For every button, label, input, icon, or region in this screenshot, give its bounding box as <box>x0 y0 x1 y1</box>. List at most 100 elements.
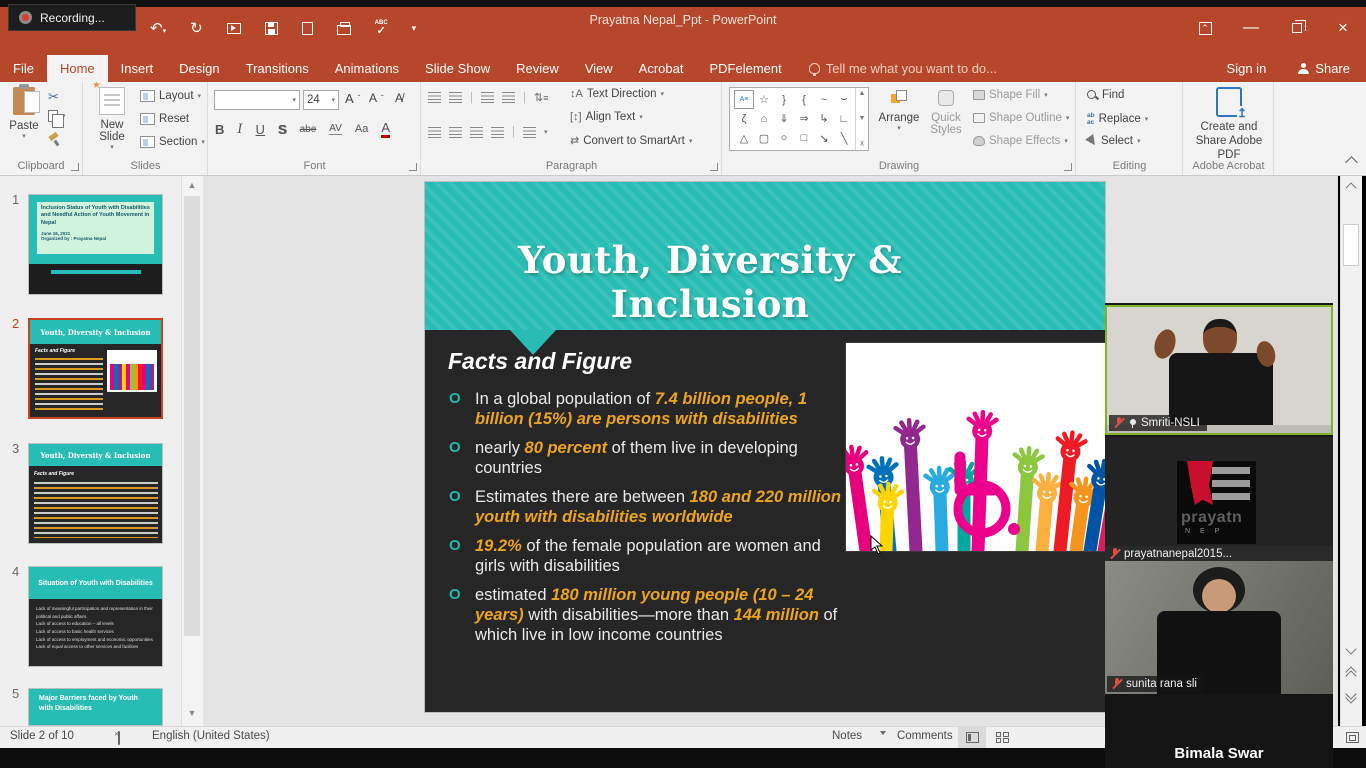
format-painter-button[interactable] <box>48 134 60 146</box>
next-slide-icon[interactable] <box>1347 690 1355 702</box>
bold-button[interactable]: B <box>215 122 224 137</box>
slide-heading[interactable]: Facts and Figure <box>448 348 632 375</box>
new-slide-button[interactable]: New Slide ▾ <box>90 87 134 151</box>
justify-icon[interactable] <box>491 127 504 138</box>
tab-slide-show[interactable]: Slide Show <box>412 55 503 82</box>
tab-insert[interactable]: Insert <box>108 55 167 82</box>
slide-thumbnail-2[interactable]: Youth, Diversity & Inclusion Facts and F… <box>28 318 163 419</box>
shrink-font-button[interactable]: Aˇ <box>369 91 384 105</box>
font-size-combo[interactable]: 24▾ <box>303 90 339 110</box>
replace-button[interactable]: abacReplace▾ <box>1087 112 1148 126</box>
grow-font-button[interactable]: Aˆ <box>345 91 360 106</box>
tab-animations[interactable]: Animations <box>322 55 412 82</box>
slide-editor[interactable]: Youth, Diversity & Inclusion Facts and F… <box>425 182 1105 712</box>
tab-design[interactable]: Design <box>166 55 232 82</box>
change-case-button[interactable]: Aa <box>355 123 368 135</box>
language-indicator[interactable]: English (United States) <box>152 730 270 742</box>
align-text-button[interactable]: [↕]Align Text▾ <box>570 111 643 123</box>
shape-glyph[interactable]: ⌣ <box>834 90 854 109</box>
shape-outline-button[interactable]: Shape Outline▾ <box>973 112 1069 124</box>
tab-acrobat[interactable]: Acrobat <box>626 55 697 82</box>
recording-indicator[interactable]: Recording... <box>8 4 136 31</box>
select-button[interactable]: Select▾ <box>1087 135 1140 147</box>
shape-glyph[interactable]: ⌂ <box>754 109 774 128</box>
arrange-button[interactable]: Arrange ▾ <box>875 90 923 132</box>
clear-formatting-button[interactable]: A̸ <box>395 91 403 105</box>
font-name-combo[interactable]: ▾ <box>214 90 300 110</box>
tab-view[interactable]: View <box>572 55 626 82</box>
undo-icon[interactable]: ↶▾ <box>150 21 166 36</box>
tab-transitions[interactable]: Transitions <box>233 55 322 82</box>
spellcheck-icon[interactable] <box>118 732 120 744</box>
panel-scroll-up-icon[interactable]: ▲ <box>181 180 203 190</box>
save-icon[interactable] <box>265 22 278 35</box>
layout-button[interactable]: Layout▾ <box>140 90 201 102</box>
slide-bullet[interactable]: Estimates there are between 180 and 220 … <box>449 487 843 527</box>
shape-glyph[interactable]: ↘ <box>814 129 834 148</box>
align-left-icon[interactable] <box>428 127 441 138</box>
shape-glyph[interactable]: △ <box>734 129 754 148</box>
comments-button[interactable]: Comments <box>897 730 953 742</box>
font-color-button[interactable]: A <box>381 120 390 138</box>
tell-me-box[interactable]: Tell me what you want to do... <box>795 55 997 82</box>
slide-thumbnail-4[interactable]: Situation of Youth with Disabilities Lac… <box>28 566 163 667</box>
shape-glyph[interactable]: ⇓ <box>774 109 794 128</box>
increase-indent-icon[interactable] <box>502 92 515 103</box>
slide-bullet-list[interactable]: In a global population of 7.4 billion pe… <box>449 389 843 654</box>
slide-bullet[interactable]: nearly 80 percent of them live in develo… <box>449 438 843 478</box>
decrease-indent-icon[interactable] <box>481 92 494 103</box>
scroll-down-icon[interactable] <box>1347 645 1355 653</box>
print-preview-icon[interactable] <box>337 25 351 35</box>
strikethrough-button[interactable]: abe <box>300 124 317 135</box>
paste-button[interactable]: Paste ▾ <box>4 87 44 140</box>
shape-glyph[interactable]: ╲ <box>834 129 854 148</box>
video-tile-sunita[interactable]: sunita rana sli <box>1105 561 1333 694</box>
slide-indicator[interactable]: Slide 2 of 10 <box>10 730 74 742</box>
italic-button[interactable]: I <box>237 122 242 137</box>
quick-styles-button[interactable]: Quick Styles <box>923 90 969 136</box>
thumbnail-panel-scroll-thumb[interactable] <box>184 196 200 636</box>
columns-icon[interactable] <box>523 127 536 138</box>
slide-thumbnail-3[interactable]: Youth, Diversity & Inclusion Facts and F… <box>28 443 163 544</box>
restore-icon[interactable] <box>1274 7 1320 49</box>
minimize-icon[interactable]: — <box>1228 7 1274 49</box>
notes-button[interactable]: Notes <box>832 730 862 742</box>
redo-icon[interactable]: ↻ <box>190 21 203 36</box>
slide-sorter-view-button[interactable] <box>988 727 1016 748</box>
tab-review[interactable]: Review <box>503 55 572 82</box>
text-direction-button[interactable]: ↕AText Direction▾ <box>570 88 664 100</box>
align-right-icon[interactable] <box>470 127 483 138</box>
shapes-gallery[interactable]: A≡ ☆}{~⌣ζ⌂⇓⇒↳∟△▢○□↘╲ ▲▼⊼ <box>729 87 869 151</box>
zoom-video-panel[interactable]: Smriti-NSLI prayatn N E P prayatnanepal2… <box>1105 303 1333 768</box>
collapse-ribbon-icon[interactable] <box>1345 156 1358 169</box>
vertical-scroll-thumb[interactable] <box>1343 224 1359 266</box>
slide-image[interactable] <box>845 342 1105 552</box>
shapes-gallery-scroll[interactable]: ▲▼⊼ <box>855 88 868 150</box>
previous-slide-icon[interactable] <box>1347 668 1355 680</box>
sign-in-button[interactable]: Sign in <box>1211 61 1283 76</box>
shape-glyph[interactable]: ○ <box>774 129 794 148</box>
shape-glyph[interactable]: □ <box>794 129 814 148</box>
shape-fill-button[interactable]: Shape Fill▾ <box>973 89 1048 101</box>
shape-glyph[interactable]: ↳ <box>814 109 834 128</box>
tab-file[interactable]: File <box>0 55 47 82</box>
create-share-pdf-button[interactable]: Create and Share Adobe PDF <box>1187 87 1271 162</box>
char-spacing-button[interactable]: AV <box>329 123 342 135</box>
find-button[interactable]: Find <box>1087 89 1124 101</box>
fit-slide-to-window-button[interactable] <box>1338 727 1366 748</box>
video-tile-bimala[interactable]: Bimala Swar <box>1105 694 1333 768</box>
slide-title[interactable]: Youth, Diversity & Inclusion <box>425 238 995 326</box>
slide-thumbnail-5[interactable]: Major Barriers faced by Youth with Disab… <box>28 688 163 726</box>
text-shadow-button[interactable]: S <box>278 122 287 137</box>
paragraph-dialog-launcher[interactable] <box>710 163 718 171</box>
line-spacing-icon[interactable]: ⇅≡ <box>534 91 548 104</box>
bullets-icon[interactable] <box>428 92 441 103</box>
new-file-icon[interactable] <box>302 22 313 35</box>
shape-glyph[interactable]: } <box>774 90 794 109</box>
start-slideshow-icon[interactable] <box>227 23 241 34</box>
shape-glyph[interactable]: ∟ <box>834 109 854 128</box>
video-tile-prayatna[interactable]: prayatn N E P prayatnanepal2015... <box>1105 437 1333 562</box>
shape-glyph[interactable]: ☆ <box>754 90 774 109</box>
align-center-icon[interactable] <box>449 127 462 138</box>
slide-bullet[interactable]: estimated 180 million young people (10 –… <box>449 585 843 645</box>
